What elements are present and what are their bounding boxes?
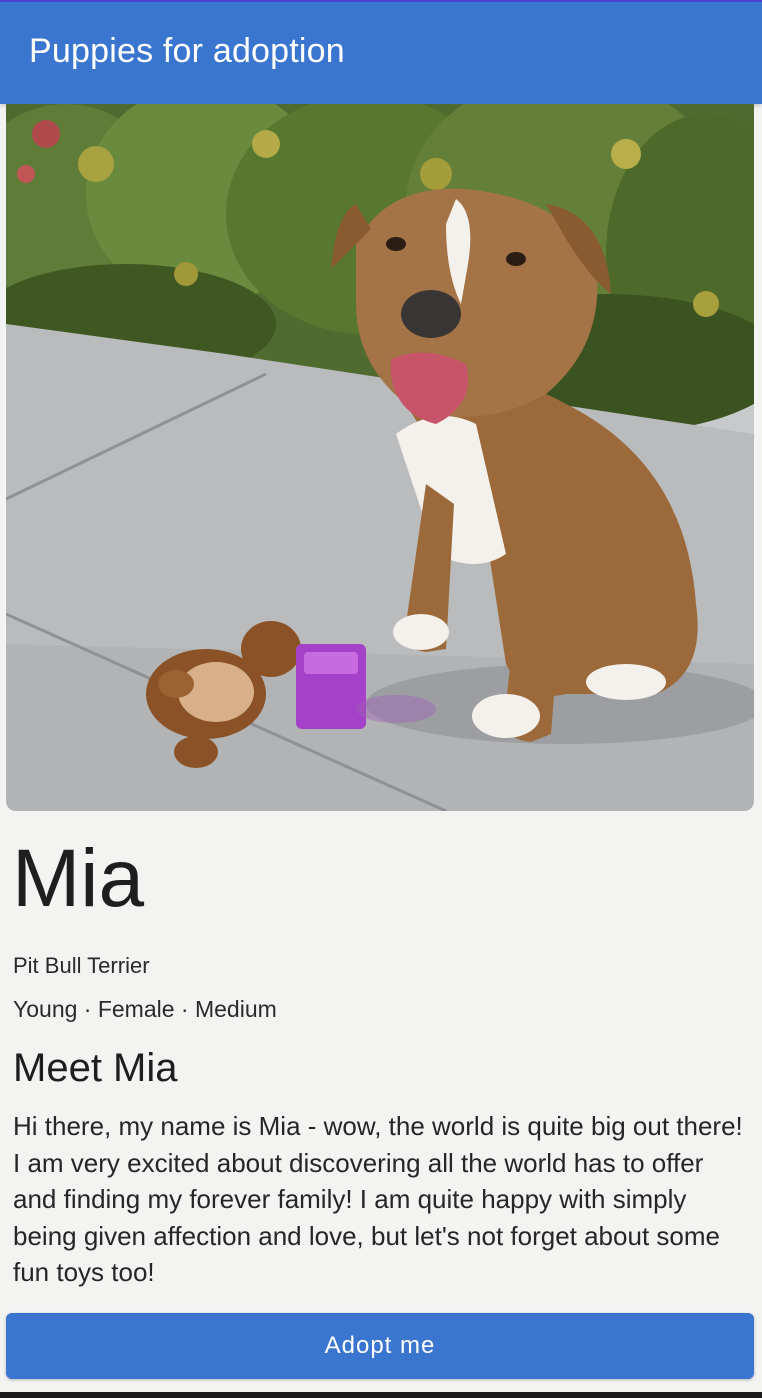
app-screen: Puppies for adoption Mia Pit Bull Terrie… [0,0,762,1398]
pet-attributes: Young · Female · Medium [13,996,277,1022]
pet-photo [6,104,754,811]
pet-name: Mia [12,833,145,924]
about-heading: Meet Mia [13,1046,178,1090]
app-title: Puppies for adoption [29,32,345,70]
app-bar: Puppies for adoption [0,0,762,104]
bottom-edge [0,1392,762,1398]
pet-breed: Pit Bull Terrier [13,953,150,978]
dog-photo-illustration [6,104,754,811]
adopt-button[interactable]: Adopt me [6,1313,754,1379]
pet-description: Hi there, my name is Mia - wow, the worl… [13,1111,743,1287]
